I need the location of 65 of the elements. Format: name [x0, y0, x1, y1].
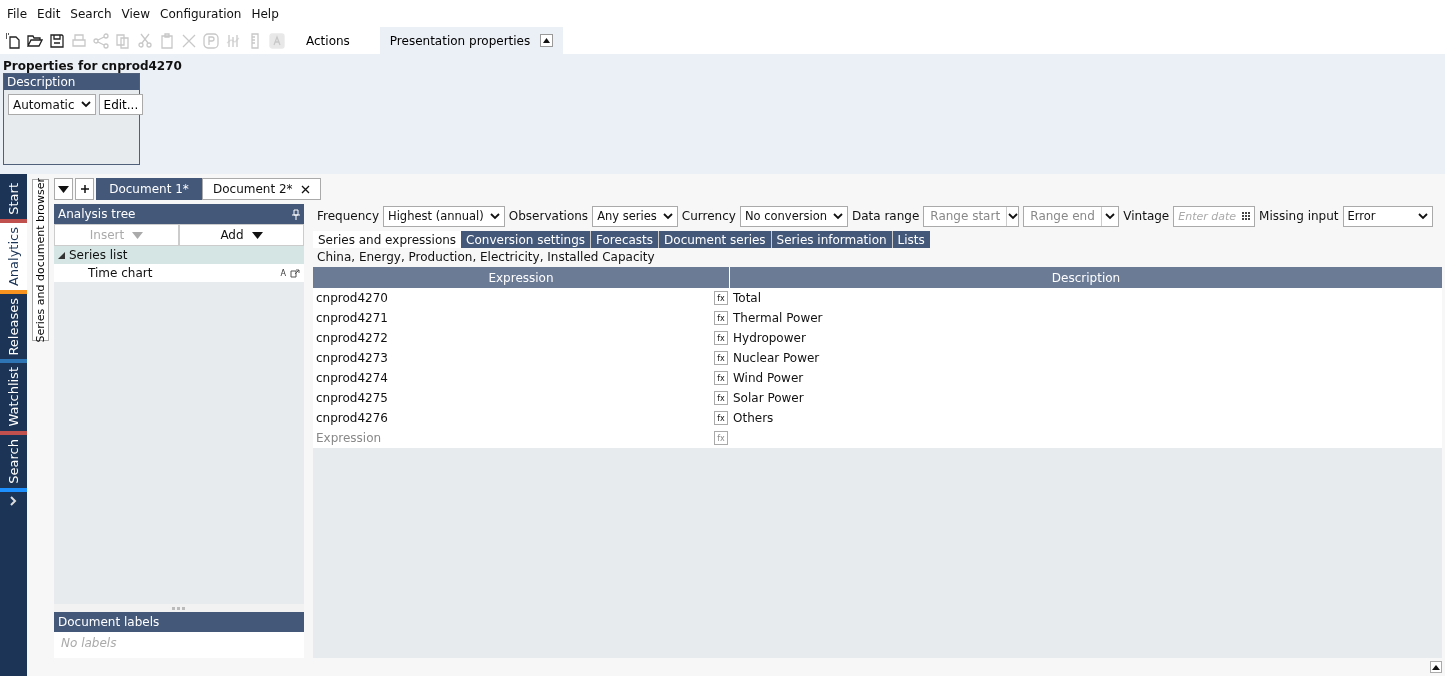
- menu-item[interactable]: View: [116, 6, 156, 21]
- expression-cell-text: cnprod4271: [316, 311, 389, 325]
- panel-title: Document labels: [58, 615, 160, 629]
- view-tab[interactable]: Lists: [891, 231, 930, 248]
- description-select[interactable]: Automatic: [8, 94, 96, 115]
- menu-item[interactable]: Help: [246, 6, 284, 21]
- browser-tab[interactable]: Series and document browser: [32, 179, 49, 341]
- view-tab[interactable]: Forecasts: [590, 231, 659, 248]
- tree-item-letter: A: [280, 268, 286, 278]
- function-button[interactable]: fx: [714, 411, 728, 425]
- function-button[interactable]: fx: [714, 311, 728, 325]
- setting-label: Missing input: [1259, 209, 1339, 223]
- expression-cell-text: cnprod4273: [316, 351, 389, 365]
- description-cell-text: Solar Power: [732, 390, 805, 407]
- range-start-select[interactable]: Range start: [923, 205, 1020, 227]
- function-button[interactable]: fx: [714, 391, 728, 405]
- toolbar-tab[interactable]: Actions: [296, 27, 360, 54]
- setting-select[interactable]: Any series: [592, 205, 678, 227]
- menu-item[interactable]: Configuration: [155, 6, 247, 21]
- toolbar-tab[interactable]: Presentation properties: [379, 27, 564, 54]
- column-header[interactable]: Description: [730, 267, 1442, 288]
- range-end-select[interactable]: Range end: [1023, 205, 1120, 227]
- expression-cell-text: cnprod4274: [316, 371, 389, 385]
- breadcrumb: China, Energy, Production, Electricity, Installed Capacity: [316, 249, 656, 266]
- setting-label: Currency: [681, 209, 736, 223]
- expression-placeholder[interactable]: Expression: [316, 431, 714, 445]
- setting-label: Vintage: [1123, 209, 1170, 223]
- expression-cell-text: cnprod4275: [316, 391, 389, 405]
- setting-label: Frequency: [317, 209, 379, 223]
- description-cell-text: Thermal Power: [732, 310, 824, 327]
- expression-cell-text: cnprod4276: [316, 411, 389, 425]
- setting-label: Data range: [851, 209, 920, 223]
- function-button[interactable]: fx: [714, 371, 728, 385]
- function-button[interactable]: fx: [714, 291, 728, 305]
- view-tab[interactable]: Series information: [770, 231, 892, 248]
- expression-cell-text: cnprod4272: [316, 331, 389, 345]
- setting-select[interactable]: Error: [1342, 205, 1433, 227]
- menu-item[interactable]: File: [2, 6, 33, 21]
- expression-cell-text: cnprod4270: [316, 291, 389, 305]
- setting-label: Observations: [508, 209, 589, 223]
- properties-title: Properties for cnprod4270: [3, 59, 183, 73]
- tree-item[interactable]: Time chart A: [54, 264, 304, 282]
- view-tab[interactable]: Series and expressions: [313, 231, 462, 248]
- group-title: Description: [4, 74, 139, 90]
- setting-select[interactable]: Highest (annual): [383, 205, 505, 227]
- function-button[interactable]: fx: [714, 351, 728, 365]
- description-cell-text: Hydropower: [732, 330, 807, 347]
- tree-item[interactable]: Series list: [54, 246, 304, 264]
- view-tab[interactable]: Document series: [658, 231, 771, 248]
- document-tab[interactable]: Document 1*: [96, 178, 202, 200]
- setting-select[interactable]: No conversion: [739, 205, 848, 227]
- description-cell-text: Others: [732, 410, 775, 427]
- panel-title: Analysis tree: [58, 207, 136, 221]
- function-button[interactable]: fx: [714, 331, 728, 345]
- add-button[interactable]: Add: [179, 224, 304, 246]
- menu-item[interactable]: Search: [65, 6, 117, 21]
- menu-item[interactable]: Edit: [32, 6, 66, 21]
- document-tab[interactable]: Document 2*: [202, 178, 321, 200]
- description-cell-text: Total: [732, 290, 763, 307]
- description-cell-text: Wind Power: [732, 370, 805, 387]
- function-button[interactable]: fx: [714, 431, 728, 445]
- description-cell-text: Nuclear Power: [732, 350, 821, 367]
- side-tab[interactable]: Analytics: [0, 222, 27, 294]
- view-tab[interactable]: Conversion settings: [461, 231, 591, 248]
- edit-button[interactable]: Edit...: [98, 94, 144, 115]
